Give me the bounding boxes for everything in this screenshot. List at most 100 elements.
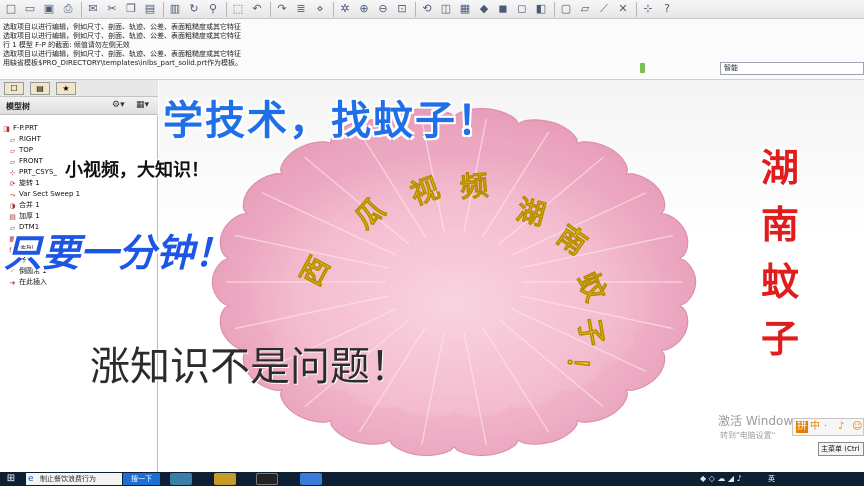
zoom-out-icon[interactable]: ⊖	[376, 2, 390, 16]
toolbar-separator	[81, 2, 82, 17]
regenerate-icon[interactable]: ↻	[187, 2, 201, 16]
overlay-knowledge: 涨知识不是问题！	[90, 344, 410, 390]
main-toolbar: □ ▭ ▣ ⎙ ✉ ✂ ❐ ▤ ▥ ↻ ⚲ ⬚ ↶ ↷ ≣ ⋄ ✲ ⊕ ⊖ ⊡ ⟲ ◫ ▦ ◆ ◼ ◻ ◧ ▢ ▱ ⟋ ✕ ⊹?	[0, 0, 864, 19]
tree-show-icon[interactable]: ▦▾	[136, 100, 149, 110]
ime-toolbar[interactable]: 拼中 · ♪ ☺	[792, 418, 864, 436]
redo-icon[interactable]: ↷	[275, 2, 289, 16]
model-tree-header: 模型树 ⚙▾ ▦▾	[0, 97, 158, 115]
no-hidden-icon[interactable]: ◻	[515, 2, 529, 16]
taskbar-app-creo-icon[interactable]	[170, 473, 192, 485]
tab-favorites-icon[interactable]: ★	[56, 82, 76, 95]
tree-item[interactable]: ▱ RIGHT	[8, 135, 41, 144]
save-icon[interactable]: ▣	[42, 2, 56, 16]
tab-folder-browser-icon[interactable]: ▤	[30, 82, 50, 95]
activate-windows-sub: 转到"电脑设置"	[720, 431, 776, 440]
saved-views-icon[interactable]: ▦	[458, 2, 472, 16]
select-box-icon[interactable]: ⬚	[231, 2, 245, 16]
datum-plane-icon: ▱	[9, 158, 16, 166]
tree-item-label: RIGHT	[19, 135, 41, 143]
model-tree-title: 模型树	[6, 102, 30, 111]
display-style-icon[interactable]: ◆	[477, 2, 491, 16]
datum-points-icon[interactable]: ✕	[616, 2, 630, 16]
tree-item[interactable]: ◨ F-P.PRT	[2, 124, 38, 133]
ime-logo-icon[interactable]: 拼	[796, 421, 808, 433]
toolbar-separator	[226, 2, 227, 17]
overlay-title: 学技术，找蚊子！	[163, 98, 499, 144]
wireframe-icon[interactable]: ▢	[559, 2, 573, 16]
toolbar-separator	[636, 2, 637, 17]
ie-icon: e	[28, 474, 34, 484]
layer-icon[interactable]: ≣	[294, 2, 308, 16]
sweep-icon: ⤳	[9, 191, 16, 199]
tree-item-label: FRONT	[19, 157, 43, 165]
shading-icon[interactable]: ◼	[496, 2, 510, 16]
find-icon[interactable]: ⚲	[206, 2, 220, 16]
system-tray-icons[interactable]: ◆ ◇ ☁ ◢ ♪	[700, 473, 742, 485]
message-line: 用缺省模板$PRO_DIRECTORY\templates\inlbs_part…	[3, 59, 242, 67]
windows-start-icon[interactable]: ⊞	[4, 473, 18, 485]
ime-chinese-mode-icon[interactable]: 中	[810, 421, 820, 433]
tree-item-label: 合并 1	[19, 201, 40, 209]
taskbar-app-recorder-icon[interactable]	[256, 473, 278, 485]
ime-punct-icon[interactable]: ·	[824, 421, 827, 433]
tree-item[interactable]: ⊹ PRT_CSYS_	[8, 168, 57, 177]
tree-item[interactable]: ▤ 加厚 1	[8, 212, 40, 221]
new-icon[interactable]: □	[4, 2, 18, 16]
tree-item[interactable]: ◑ 合并 1	[8, 201, 40, 210]
taskbar-search-button[interactable]: 搜一下	[123, 473, 160, 485]
zoom-in-icon[interactable]: ⊕	[357, 2, 371, 16]
toolbar-separator	[333, 2, 334, 17]
refit-icon[interactable]: ⊡	[395, 2, 409, 16]
bowl-text-char: ！	[560, 354, 595, 385]
datum-plane-icon: ▱	[9, 136, 16, 144]
taskbar-app-editor-icon[interactable]	[300, 473, 322, 485]
spin-icon[interactable]: ✲	[338, 2, 352, 16]
navigator-tabs: ☐ ▤ ★	[0, 80, 158, 97]
orient-icon[interactable]: ⟲	[420, 2, 434, 16]
tree-item[interactable]: ⟳ 旋转 1	[8, 179, 40, 188]
print-icon[interactable]: ⎙	[61, 2, 75, 16]
paste-icon[interactable]: ▤	[143, 2, 157, 16]
toolbar-separator	[554, 2, 555, 17]
ime-sound-icon[interactable]: ♪	[838, 421, 844, 433]
open-icon[interactable]: ▭	[23, 2, 37, 16]
coordinate-systems-icon[interactable]: ⊹	[641, 2, 655, 16]
activate-windows-notice: 激活 Windows	[718, 414, 800, 428]
message-line: 选取项目以进行编辑，例如尺寸、剖面、轨迹、公差、表面粗糙度或其它特征	[3, 32, 241, 40]
datum-icon[interactable]: ⋄	[313, 2, 327, 16]
taskbar-app-folder-icon[interactable]	[214, 473, 236, 485]
message-line: 选取项目以进行编辑，例如尺寸、剖面、轨迹、公差、表面粗糙度或其它特征	[3, 50, 241, 58]
ime-emoji-icon[interactable]: ☺	[852, 421, 862, 433]
smart-filter-select[interactable]: 智能	[720, 62, 864, 75]
part-icon: ◨	[3, 125, 10, 133]
undo-icon[interactable]: ↶	[250, 2, 264, 16]
input-language-indicator[interactable]: 英	[768, 474, 775, 484]
message-pin-icon[interactable]	[640, 63, 645, 73]
tree-item[interactable]: ➔ 在此插入	[8, 278, 47, 287]
tree-item-label: TOP	[19, 146, 34, 154]
datum-axes-icon[interactable]: ⟋	[597, 2, 611, 16]
taskbar: ⊞ 制止餐饮浪费行为 e 搜一下 ◆ ◇ ☁ ◢ ♪ 英	[0, 472, 864, 486]
thicken-icon: ▤	[9, 213, 16, 221]
hidden-line-icon[interactable]: ◧	[534, 2, 548, 16]
tree-settings-icon[interactable]: ⚙▾	[112, 100, 125, 110]
tree-item-label: F-P.PRT	[13, 124, 38, 132]
help-icon[interactable]: ?	[660, 2, 674, 16]
overlay-vertical-brand: 湖南蚊子	[760, 146, 799, 361]
tree-item[interactable]: ⤳ Var Sect Sweep 1	[8, 190, 80, 199]
tree-item[interactable]: ▱ FRONT	[8, 157, 43, 166]
paste-special-icon[interactable]: ▥	[168, 2, 182, 16]
insert-here-icon: ➔	[9, 279, 16, 287]
tree-item-label: PRT_CSYS_	[19, 168, 57, 176]
merge-icon: ◑	[9, 202, 16, 210]
tab-model-tree-icon[interactable]: ☐	[4, 82, 24, 95]
view-manager-icon[interactable]: ◫	[439, 2, 453, 16]
main-menu-button[interactable]: 主菜单 (Ctrl	[818, 442, 864, 456]
datum-planes-icon[interactable]: ▱	[578, 2, 592, 16]
tree-item[interactable]: ▱ TOP	[8, 146, 33, 155]
cut-icon[interactable]: ✂	[105, 2, 119, 16]
email-icon[interactable]: ✉	[86, 2, 100, 16]
copy-icon[interactable]: ❐	[124, 2, 138, 16]
taskbar-search-input[interactable]: 制止餐饮浪费行为	[26, 473, 122, 485]
tree-item-label: 加厚 1	[19, 212, 40, 220]
